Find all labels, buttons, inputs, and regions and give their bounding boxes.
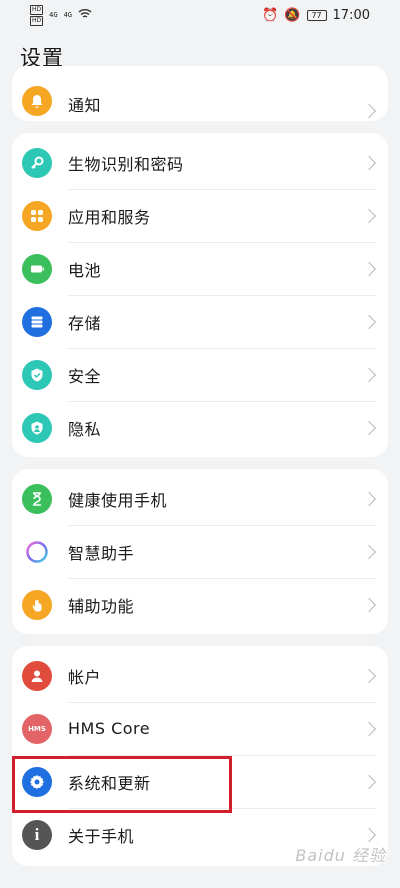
user-icon — [22, 660, 52, 691]
chevron-right-icon — [361, 721, 377, 736]
key-icon — [22, 147, 52, 178]
privacy-icon — [22, 412, 52, 443]
chevron-right-icon — [361, 208, 377, 223]
settings-item-label: 应用和服务 — [68, 207, 151, 227]
storage-icon — [22, 306, 52, 337]
chevron-right-icon — [361, 155, 377, 170]
signal-icon: 4G — [63, 11, 73, 19]
chevron-right-icon — [361, 420, 377, 435]
settings-item-label: HMS Core — [68, 719, 151, 738]
settings-item-security[interactable]: 安全 — [12, 348, 388, 401]
settings-item-label: 健康使用手机 — [68, 490, 168, 510]
wifi-icon — [78, 8, 92, 22]
settings-item-account[interactable]: 帐户 — [12, 649, 388, 702]
status-bar: HD HD 4G 4G ⏰ 🔕 77 17:00 — [0, 0, 400, 30]
chevron-right-icon — [361, 597, 377, 612]
mute-icon: 🔕 — [284, 7, 301, 23]
chevron-right-icon — [361, 314, 377, 329]
settings-item-label: 通知 — [68, 96, 102, 115]
settings-group: 健康使用手机 智慧助手 辅助功能 — [12, 469, 388, 634]
settings-group: 生物识别和密码 应用和服务 电池 存储 安全 隐私 — [12, 133, 388, 457]
hourglass-icon — [22, 483, 52, 514]
settings-item-label: 存储 — [68, 313, 102, 333]
hd-badge: HD — [30, 4, 44, 15]
battery-icon — [22, 253, 52, 284]
settings-item-label: 帐户 — [68, 667, 102, 687]
settings-item-label: 智慧助手 — [68, 543, 135, 563]
settings-item-digital-balance[interactable]: 健康使用手机 — [12, 472, 388, 525]
chevron-right-icon — [361, 827, 377, 842]
settings-item-label: 辅助功能 — [68, 596, 135, 616]
settings-item-battery[interactable]: 电池 — [12, 242, 388, 295]
info-icon: i — [22, 819, 52, 850]
hms-icon: HMS — [22, 713, 52, 744]
settings-item-assistant[interactable]: 智慧助手 — [12, 525, 388, 578]
clock: 17:00 — [332, 7, 370, 23]
settings-item-label: 隐私 — [68, 419, 102, 439]
highlight-box — [12, 756, 232, 813]
hand-icon — [22, 589, 52, 620]
chevron-right-icon — [361, 261, 377, 276]
settings-group: 通知 — [12, 66, 388, 121]
alarm-icon: ⏰ — [262, 7, 279, 23]
shield-icon — [22, 359, 52, 390]
chevron-right-icon — [361, 668, 377, 683]
settings-item-storage[interactable]: 存储 — [12, 295, 388, 348]
chevron-right-icon — [361, 544, 377, 559]
settings-item-apps[interactable]: 应用和服务 — [12, 189, 388, 242]
settings-item-label: 电池 — [68, 260, 102, 280]
settings-item-biometrics[interactable]: 生物识别和密码 — [12, 136, 388, 189]
signal-icon: 4G — [49, 11, 58, 19]
bell-icon — [22, 86, 52, 116]
chevron-right-icon — [361, 491, 377, 506]
settings-item-accessibility[interactable]: 辅助功能 — [12, 578, 388, 631]
settings-item-hms-core[interactable]: HMS HMS Core — [12, 702, 388, 755]
settings-item-label: 生物识别和密码 — [68, 154, 184, 174]
watermark: Baidu 经验 — [295, 846, 386, 865]
chevron-right-icon — [361, 367, 377, 382]
chevron-right-icon — [361, 103, 377, 119]
settings-item-privacy[interactable]: 隐私 — [12, 401, 388, 454]
chevron-right-icon — [361, 774, 377, 789]
settings-item-notifications[interactable]: 通知 — [12, 66, 388, 121]
apps-icon — [22, 200, 52, 231]
hd-badge: HD — [30, 15, 44, 26]
settings-item-label: 安全 — [68, 366, 102, 386]
assistant-icon — [22, 536, 52, 567]
battery-icon: 77 — [306, 9, 327, 21]
